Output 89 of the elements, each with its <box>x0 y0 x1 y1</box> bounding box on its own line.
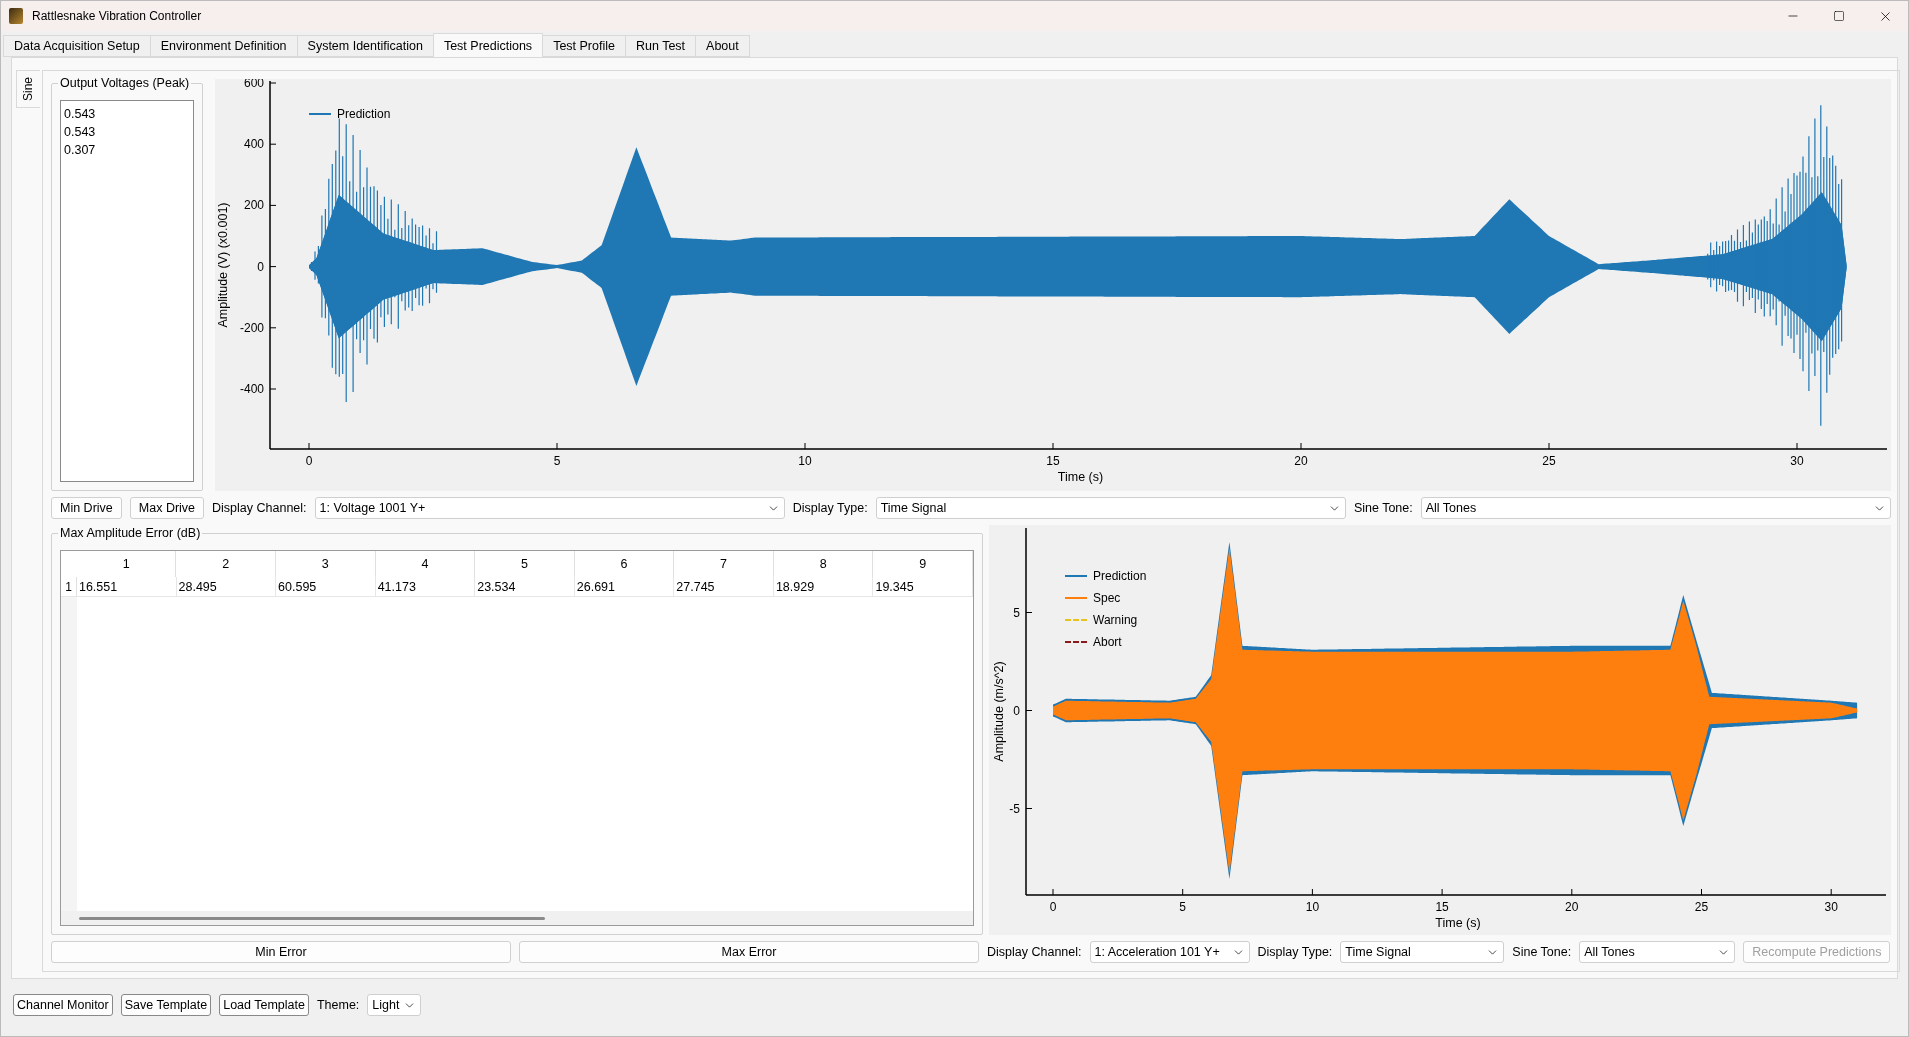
tick-label: 5 <box>1013 605 1020 620</box>
dropdown[interactable]: Time Signal <box>1340 941 1505 963</box>
field-label: Display Channel: <box>212 501 307 515</box>
tab[interactable]: Test Profile <box>542 35 626 57</box>
window-title: Rattlesnake Vibration Controller <box>32 9 203 23</box>
legend-label: Prediction <box>1093 569 1147 583</box>
dropdown[interactable]: Light <box>367 994 422 1016</box>
tick-label: -5 <box>1009 801 1020 816</box>
tick-label: 15 <box>1046 454 1060 468</box>
tick-label: 5 <box>1179 900 1187 914</box>
row-header[interactable]: 1 <box>61 577 77 596</box>
table-cell: 18.929 <box>773 577 874 596</box>
tick-label: 0 <box>305 454 313 468</box>
legend-label: Abort <box>1093 635 1122 649</box>
table-cell: 28.495 <box>176 577 277 596</box>
drive-button[interactable]: Min Drive <box>51 497 122 519</box>
tick-label: -400 <box>239 382 264 396</box>
tab[interactable]: Data Acquisition Setup <box>3 35 151 57</box>
column-header[interactable]: 1 <box>76 551 177 577</box>
axis-label: Amplitude (m/s^2) <box>992 661 1006 762</box>
field-label: Theme: <box>316 998 360 1012</box>
list-item[interactable]: 0.543 <box>64 123 190 141</box>
tick-label: 15 <box>1435 900 1449 914</box>
tick-label: 30 <box>1824 900 1838 914</box>
footer-button[interactable]: Channel Monitor <box>13 994 113 1016</box>
tick-label: 0 <box>1013 703 1020 718</box>
tab[interactable]: Environment Definition <box>149 35 298 57</box>
tab[interactable]: Test Predictions <box>432 33 544 57</box>
tab[interactable]: Run Test <box>624 35 697 57</box>
column-header[interactable]: 9 <box>873 551 973 577</box>
table-cell: 16.551 <box>76 577 177 596</box>
column-header[interactable]: 8 <box>773 551 874 577</box>
column-header[interactable]: 2 <box>176 551 277 577</box>
field-label: Display Type: <box>792 501 868 515</box>
table-cell: 60.595 <box>276 577 376 596</box>
tick-label: 0 <box>1049 900 1057 914</box>
side-tab[interactable]: Sine <box>16 70 40 108</box>
tick-label: 20 <box>1565 900 1579 914</box>
footer-button[interactable]: Save Template <box>120 994 212 1016</box>
legend-label: Prediction <box>337 107 391 121</box>
tab[interactable]: System Identification <box>296 35 434 57</box>
table-cell: 19.345 <box>873 577 973 596</box>
field-label: Display Channel: <box>987 945 1082 959</box>
tick-label: 0 <box>257 259 264 274</box>
dropdown[interactable]: All Tones <box>1420 497 1891 519</box>
tick-label: 200 <box>243 198 264 213</box>
horizontal-scrollbar[interactable] <box>61 911 973 925</box>
field-label: Sine Tone: <box>1353 501 1413 515</box>
tick-label: 5 <box>553 454 561 468</box>
column-header[interactable]: 4 <box>375 551 476 577</box>
tick-label: 20 <box>1294 454 1308 468</box>
axis-label: Amplitude (V) (x0.001) <box>216 202 230 328</box>
column-header[interactable]: 5 <box>475 551 575 577</box>
group-title: Max Amplitude Error (dB) <box>58 526 203 540</box>
legend-label: Spec <box>1093 591 1121 605</box>
tick-label: 400 <box>243 137 264 152</box>
list-item[interactable]: 0.307 <box>64 141 190 159</box>
footer-button[interactable]: Load Template <box>219 994 309 1016</box>
error-button[interactable]: Min Error <box>51 941 511 963</box>
axis-label: Time (s) <box>1435 916 1481 930</box>
table-cell: 27.745 <box>674 577 774 596</box>
list-item[interactable]: 0.543 <box>64 105 190 123</box>
column-header[interactable]: 6 <box>574 551 675 577</box>
table-cell: 41.173 <box>375 577 476 596</box>
tab[interactable]: About <box>695 35 750 57</box>
dropdown[interactable]: Time Signal <box>875 497 1346 519</box>
tick-label: 30 <box>1790 454 1804 468</box>
table-cell: 23.534 <box>475 577 575 596</box>
legend-label: Warning <box>1093 613 1138 627</box>
group-title: Output Voltages (Peak) <box>58 76 192 90</box>
dropdown[interactable]: All Tones <box>1579 941 1736 963</box>
field-label: Sine Tone: <box>1512 945 1572 959</box>
error-button[interactable]: Max Error <box>519 941 979 963</box>
table-cell: 26.691 <box>574 577 675 596</box>
drive-button[interactable]: Max Drive <box>129 497 205 519</box>
tick-label: 25 <box>1694 900 1709 914</box>
maximize-icon <box>1833 10 1845 22</box>
tick-label: -200 <box>239 320 264 335</box>
tick-label: 10 <box>1305 900 1320 914</box>
app-logo-icon <box>9 8 23 24</box>
field-label: Display Type: <box>1257 945 1333 959</box>
tick-label: 25 <box>1542 454 1556 468</box>
tick-label: 10 <box>798 454 812 468</box>
column-header[interactable]: 3 <box>276 551 376 577</box>
axis-label: Time (s) <box>1057 470 1104 484</box>
column-header[interactable]: 7 <box>674 551 774 577</box>
dropdown[interactable]: 1: Voltage 1001 Y+ <box>314 497 785 519</box>
tick-label: 600 <box>243 79 264 90</box>
dropdown[interactable]: 1: Acceleration 101 Y+ <box>1089 941 1250 963</box>
